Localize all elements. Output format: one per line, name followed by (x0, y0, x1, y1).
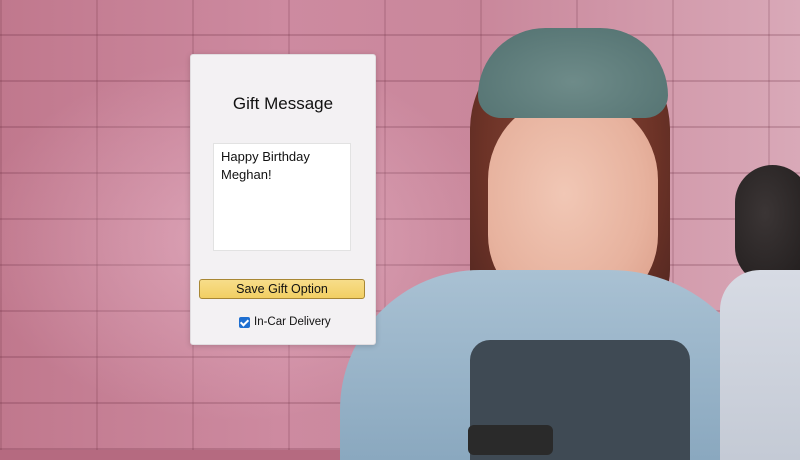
in-car-delivery-option[interactable]: In-Car Delivery (239, 315, 331, 329)
bandana (478, 28, 668, 118)
save-gift-option-button[interactable]: Save Gift Option (199, 279, 365, 299)
gift-message-dialog: Gift Message Happy Birthday Meghan! Save… (190, 54, 376, 345)
in-car-delivery-checkbox[interactable] (239, 316, 250, 328)
in-car-delivery-label: In-Car Delivery (254, 316, 331, 328)
background-person-head (735, 165, 800, 285)
background-person-body (720, 270, 800, 460)
phone (468, 425, 553, 455)
woman-with-phone-photo (0, 0, 800, 460)
gift-message-textarea[interactable]: Happy Birthday Meghan! (213, 143, 351, 251)
dialog-title: Gift Message (232, 94, 334, 113)
